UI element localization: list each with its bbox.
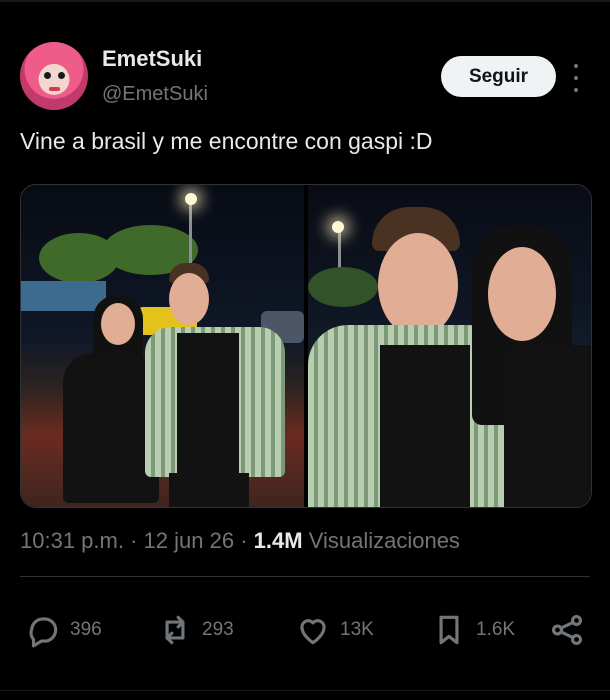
views-label: Visualizaciones	[308, 528, 460, 553]
tree	[308, 267, 378, 307]
woman-face	[488, 247, 556, 341]
meta-separator: ·	[240, 528, 248, 553]
man-tee	[380, 345, 470, 507]
man-face	[378, 233, 458, 337]
lamp-light	[332, 221, 344, 233]
bookmark-button[interactable]: 1.6K	[430, 608, 515, 652]
post-time[interactable]: 10:31 p.m.	[20, 528, 124, 553]
bottom-divider	[0, 690, 610, 691]
more-icon[interactable]	[566, 64, 586, 92]
views-count: 1.4M	[253, 528, 303, 553]
like-button[interactable]: 13K	[294, 608, 374, 652]
lamp-light	[185, 193, 197, 205]
top-divider	[0, 0, 610, 2]
man-face	[169, 273, 209, 325]
like-count: 13K	[340, 619, 374, 640]
kiosk	[21, 281, 106, 311]
meta-separator: ·	[130, 528, 138, 553]
user-handle[interactable]: @EmetSuki	[102, 83, 208, 106]
more-dot	[574, 64, 578, 68]
post-media[interactable]	[20, 184, 592, 508]
post-metadata: 10:31 p.m. · 12 jun 26 · 1.4M Visualizac…	[20, 528, 460, 554]
repost-icon	[165, 615, 185, 645]
post-text: Vine a brasil y me encontre con gaspi :D	[20, 128, 433, 154]
heart-icon	[300, 619, 326, 645]
avatar-mouth	[49, 87, 60, 91]
bookmark-icon	[439, 615, 459, 645]
woman-face	[101, 303, 135, 345]
divider	[20, 576, 590, 577]
photo-left[interactable]	[21, 185, 304, 507]
bookmark-count: 1.6K	[476, 619, 516, 640]
more-dot	[574, 88, 578, 92]
repost-button[interactable]: 293	[156, 608, 234, 652]
action-bar: 396 293 13K 1.6K	[0, 608, 610, 652]
avatar-eye	[44, 72, 51, 79]
reply-count: 396	[70, 619, 102, 640]
repost-count: 293	[202, 619, 234, 640]
share-icon	[551, 614, 583, 646]
man-pants	[169, 473, 249, 507]
woman-outfit	[504, 345, 591, 507]
reply-icon	[29, 617, 58, 648]
follow-button[interactable]: Seguir	[441, 56, 556, 97]
more-dot	[574, 76, 578, 80]
post-date[interactable]: 12 jun 26	[144, 528, 235, 553]
man-tee	[177, 333, 239, 473]
avatar-eye	[58, 72, 65, 79]
share-button[interactable]	[548, 608, 586, 652]
avatar[interactable]	[20, 42, 88, 110]
reply-button[interactable]: 396	[24, 608, 102, 652]
display-name[interactable]: EmetSuki	[102, 46, 202, 72]
photo-right[interactable]	[308, 185, 591, 507]
